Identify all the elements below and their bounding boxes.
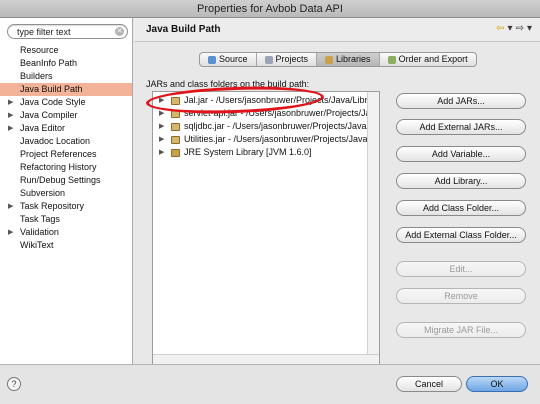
expand-arrow-icon[interactable]: ▶: [159, 146, 164, 159]
list-item-label: sqljdbc.jar - /Users/jasonbruwer/Project…: [184, 121, 368, 131]
add-jars-button[interactable]: Add JARs...: [396, 93, 526, 109]
cancel-button[interactable]: Cancel: [396, 376, 462, 392]
tab-order-and-export[interactable]: Order and Export: [380, 53, 476, 66]
add-variable-button[interactable]: Add Variable...: [396, 146, 526, 162]
vertical-scrollbar[interactable]: [367, 92, 379, 355]
sidebar-item-label: Java Build Path: [20, 84, 83, 94]
sidebar-item-label: Subversion: [20, 188, 66, 198]
sidebar-item-java-build-path[interactable]: Java Build Path: [0, 83, 132, 96]
sidebar-item-task-tags[interactable]: Task Tags: [0, 213, 132, 226]
history-nav: ⇦ ▾ ⇨ ▾: [493, 23, 532, 34]
libraries-list[interactable]: ▶ Jal.jar - /Users/jasonbruwer/Projects/…: [152, 91, 380, 367]
sidebar-item-label: Resource: [20, 45, 59, 55]
right-pane: Java Build Path ⇦ ▾ ⇨ ▾ Source Projects Lib…: [134, 18, 540, 367]
sidebar-item-label: WikiText: [20, 240, 54, 250]
left-pane: ✕ Resource BeanInfo Path Builders Java B…: [0, 18, 133, 364]
expand-arrow-icon[interactable]: ▶: [8, 200, 13, 213]
jar-icon: [171, 136, 180, 144]
list-item[interactable]: ▶ Utilities.jar - /Users/jasonbruwer/Pro…: [153, 133, 368, 146]
add-external-jars-button[interactable]: Add External JARs...: [396, 119, 526, 135]
projects-icon: [264, 55, 273, 64]
dropdown-arrow-icon[interactable]: ▾: [508, 23, 513, 34]
expand-arrow-icon[interactable]: ▶: [8, 122, 13, 135]
back-arrow-icon[interactable]: ⇦: [496, 23, 504, 34]
tab-label: Source: [219, 54, 248, 64]
list-item-label: JRE System Library [JVM 1.6.0]: [184, 147, 312, 157]
expand-arrow-icon[interactable]: ▶: [159, 120, 164, 133]
edit-button[interactable]: Edit...: [396, 261, 526, 277]
expand-arrow-icon[interactable]: ▶: [8, 109, 13, 122]
remove-button[interactable]: Remove: [396, 288, 526, 304]
clear-icon[interactable]: ✕: [115, 27, 124, 36]
sidebar-item-wikitext[interactable]: WikiText: [0, 239, 132, 252]
jar-icon: [171, 123, 180, 131]
sidebar-item-project-references[interactable]: Project References: [0, 148, 132, 161]
add-library-button[interactable]: Add Library...: [396, 173, 526, 189]
sidebar-item-validation[interactable]: ▶ Validation: [0, 226, 132, 239]
dropdown-arrow-icon[interactable]: ▾: [527, 23, 532, 34]
sidebar-item-builders[interactable]: Builders: [0, 70, 132, 83]
ok-button[interactable]: OK: [466, 376, 528, 392]
sidebar-item-java-code-style[interactable]: ▶ Java Code Style: [0, 96, 132, 109]
title-bar: Properties for Avbob Data API: [0, 0, 540, 18]
sidebar-item-java-compiler[interactable]: ▶ Java Compiler: [0, 109, 132, 122]
list-item[interactable]: ▶ sqljdbc.jar - /Users/jasonbruwer/Proje…: [153, 120, 368, 133]
sidebar-item-task-repository[interactable]: ▶ Task Repository: [0, 200, 132, 213]
migrate-jar-button[interactable]: Migrate JAR File...: [396, 322, 526, 338]
tab-source[interactable]: Source: [200, 53, 257, 66]
order-export-icon: [387, 55, 396, 64]
tab-projects[interactable]: Projects: [257, 53, 318, 66]
tab-libraries[interactable]: Libraries: [317, 53, 380, 66]
window-title: Properties for Avbob Data API: [197, 3, 343, 15]
expand-arrow-icon[interactable]: ▶: [8, 226, 13, 239]
help-icon[interactable]: ?: [7, 377, 21, 391]
sidebar-item-label: Java Compiler: [20, 110, 78, 120]
page-title: Java Build Path: [146, 24, 221, 35]
sidebar-item-subversion[interactable]: Subversion: [0, 187, 132, 200]
library-icon: [171, 149, 180, 157]
sidebar-item-refactoring-history[interactable]: Refactoring History: [0, 161, 132, 174]
sidebar-item-java-editor[interactable]: ▶ Java Editor: [0, 122, 132, 135]
dialog-button-bar: ? Cancel OK: [0, 364, 540, 404]
sidebar-item-label: Task Tags: [20, 214, 60, 224]
list-item[interactable]: ▶ JRE System Library [JVM 1.6.0]: [153, 146, 368, 159]
sidebar-item-label: Refactoring History: [20, 162, 97, 172]
add-class-folder-button[interactable]: Add Class Folder...: [396, 200, 526, 216]
library-icon: [325, 55, 334, 64]
tab-label: Libraries: [336, 54, 371, 64]
source-folder-icon: [208, 55, 216, 64]
sidebar-item-run-debug-settings[interactable]: Run/Debug Settings: [0, 174, 132, 187]
properties-window: ✕ Resource BeanInfo Path Builders Java B…: [0, 18, 540, 404]
filter-input[interactable]: [17, 26, 113, 37]
expand-arrow-icon[interactable]: ▶: [8, 96, 13, 109]
sidebar-item-label: Javadoc Location: [20, 136, 91, 146]
add-external-class-folder-button[interactable]: Add External Class Folder...: [396, 227, 526, 243]
sidebar-item-label: Task Repository: [20, 201, 85, 211]
filter-field[interactable]: ✕: [7, 24, 128, 39]
sidebar-item-label: Builders: [20, 71, 53, 81]
sidebar-item-label: Java Editor: [20, 123, 66, 133]
sidebar-item-label: Validation: [20, 227, 59, 237]
sidebar-item-label: BeanInfo Path: [20, 58, 78, 68]
property-tree: Resource BeanInfo Path Builders Java Bui…: [0, 44, 132, 252]
tab-label: Projects: [275, 54, 309, 64]
page-header: Java Build Path ⇦ ▾ ⇨ ▾: [134, 18, 540, 42]
sidebar-item-label: Run/Debug Settings: [20, 175, 101, 185]
sidebar-item-label: Java Code Style: [20, 97, 86, 107]
tab-bar: Source Projects Libraries Order and Expo…: [199, 52, 477, 67]
tab-label: Order and Export: [398, 54, 468, 64]
expand-arrow-icon[interactable]: ▶: [159, 133, 164, 146]
sidebar-item-javadoc-location[interactable]: Javadoc Location: [0, 135, 132, 148]
forward-arrow-icon[interactable]: ⇨: [516, 23, 524, 34]
sidebar-item-label: Project References: [20, 149, 97, 159]
list-item-label: Utilities.jar - /Users/jasonbruwer/Proje…: [184, 134, 368, 144]
sidebar-item-resource[interactable]: Resource: [0, 44, 132, 57]
sidebar-item-beaninfo-path[interactable]: BeanInfo Path: [0, 57, 132, 70]
